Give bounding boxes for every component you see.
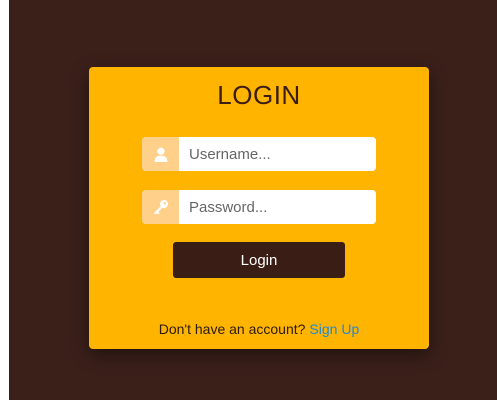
username-input[interactable] — [179, 137, 376, 171]
key-icon — [142, 190, 179, 224]
login-card: LOGIN Login Don't have an account?Sign U… — [89, 67, 429, 349]
user-icon — [142, 137, 179, 171]
signup-link[interactable]: Sign Up — [309, 321, 359, 337]
signup-row: Don't have an account? Sign Up — [89, 321, 429, 337]
username-field-group — [142, 137, 376, 171]
signup-prompt: Don't have an account? — [158, 321, 306, 337]
login-button[interactable]: Login — [173, 242, 345, 278]
password-field-group — [142, 190, 376, 224]
login-title: LOGIN — [217, 80, 301, 110]
password-input[interactable] — [179, 190, 376, 224]
